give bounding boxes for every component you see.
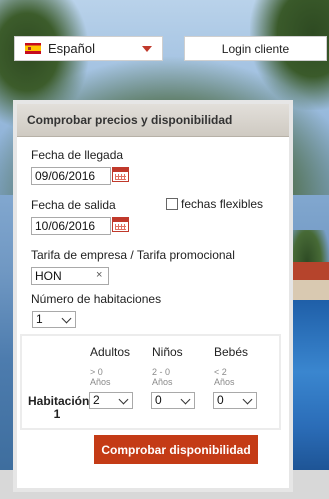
language-select[interactable]: Español xyxy=(14,36,163,61)
chevron-down-icon xyxy=(118,394,129,405)
spain-flag-icon xyxy=(25,43,41,54)
children-unit: Años xyxy=(152,377,173,387)
flexible-dates-checkbox[interactable] xyxy=(166,198,178,210)
clear-icon[interactable]: × xyxy=(96,269,102,281)
login-button[interactable]: Login cliente xyxy=(184,36,327,61)
adults-select[interactable]: 2 xyxy=(89,392,133,409)
chevron-down-icon xyxy=(242,394,253,405)
flexible-dates-label: fechas flexibles xyxy=(181,197,264,211)
rooms-select[interactable]: 1 xyxy=(32,311,76,328)
check-availability-button[interactable]: Comprobar disponibilidad xyxy=(94,435,258,464)
rooms-label: Número de habitaciones xyxy=(31,292,162,306)
chevron-down-icon xyxy=(142,46,152,52)
chevron-down-icon xyxy=(180,394,191,405)
babies-value: 0 xyxy=(217,393,224,407)
adults-range: > 0 xyxy=(90,367,103,377)
babies-select[interactable]: 0 xyxy=(213,392,257,409)
calendar-icon[interactable] xyxy=(112,217,129,232)
panel-title: Comprobar precios y disponibilidad xyxy=(17,104,289,137)
arrival-date-label: Fecha de llegada xyxy=(31,148,124,162)
departure-date-label: Fecha de salida xyxy=(31,198,116,212)
adults-unit: Años xyxy=(90,377,111,387)
room-occupancy-box: Adultos > 0 Años Niños 2 - 0 Años Bebés … xyxy=(20,334,281,430)
departure-date-input[interactable]: 10/06/2016 xyxy=(31,217,111,235)
children-select[interactable]: 0 xyxy=(151,392,195,409)
adults-value: 2 xyxy=(93,393,100,407)
children-header: Niños xyxy=(152,345,183,359)
promo-code-label: Tarifa de empresa / Tarifa promocional xyxy=(31,248,235,262)
children-value: 0 xyxy=(155,393,162,407)
rooms-value: 1 xyxy=(36,312,43,326)
room-label: Habitación 1 xyxy=(28,394,90,421)
babies-header: Bebés xyxy=(214,345,249,359)
adults-header: Adultos xyxy=(90,345,131,359)
babies-unit: Años xyxy=(214,377,235,387)
children-range: 2 - 0 xyxy=(152,367,171,377)
booking-panel: Comprobar precios y disponibilidad Fecha… xyxy=(13,100,293,492)
chevron-down-icon xyxy=(61,313,72,324)
language-label: Español xyxy=(48,41,95,56)
arrival-date-input[interactable]: 09/06/2016 xyxy=(31,167,111,185)
calendar-icon[interactable] xyxy=(112,167,129,182)
babies-range: < 2 xyxy=(214,367,227,377)
